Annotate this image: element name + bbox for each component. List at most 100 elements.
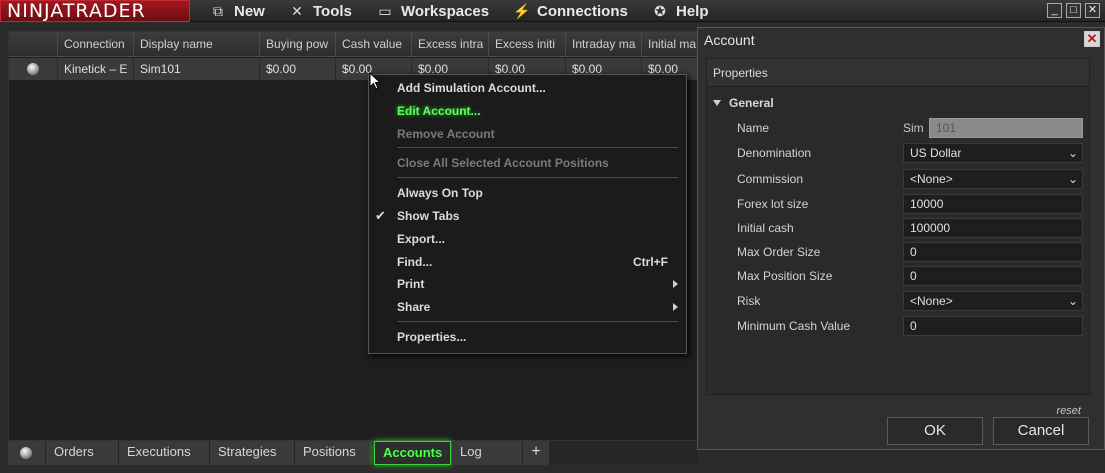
maximize-button[interactable]: □ (1066, 3, 1081, 18)
group-general-label: General (729, 96, 774, 110)
denomination-value: US Dollar (910, 146, 962, 160)
column-header-display-name[interactable]: Display name (134, 32, 260, 57)
new-window-icon: ⧉ (213, 3, 223, 19)
dialog-close-button[interactable]: ✕ (1084, 31, 1100, 47)
workspaces-icon: ▭ (378, 3, 392, 19)
max-position-size-field[interactable]: 0 (903, 266, 1083, 286)
minimize-icon: _ (1051, 4, 1058, 16)
menu-item-print[interactable]: Print (397, 276, 424, 292)
initial-cash-field[interactable]: 100000 (903, 218, 1083, 238)
tab-orders[interactable]: Orders (46, 441, 119, 465)
max-order-size-field[interactable]: 0 (903, 242, 1083, 262)
menu-item-export[interactable]: Export... (397, 231, 445, 247)
label-max-position-size: Max Position Size (737, 269, 833, 283)
column-header-cash-value[interactable]: Cash value (336, 32, 412, 57)
label-denomination: Denomination (737, 146, 812, 160)
connection-status-icon (20, 447, 32, 459)
connection-status-icon (27, 63, 39, 75)
menu-item-share[interactable]: Share (397, 299, 430, 315)
commission-value: <None> (910, 172, 953, 186)
column-header-intraday-margin[interactable]: Intraday ma (566, 32, 642, 57)
label-name: Name (737, 121, 770, 135)
reset-link[interactable]: reset (1057, 405, 1081, 417)
account-dialog: Account ✕ Properties General Name Sim 10… (697, 27, 1105, 450)
connection-indicator (8, 441, 46, 465)
submenu-arrow-icon (673, 280, 678, 288)
minimize-button[interactable]: _ (1047, 3, 1062, 18)
menu-tools-label: Tools (313, 3, 352, 20)
column-header-excess-initial[interactable]: Excess initi (489, 32, 566, 57)
column-header-connection[interactable]: Connection (58, 32, 134, 57)
chevron-down-icon: ⌄ (1067, 294, 1078, 308)
menu-item-remove-account[interactable]: Remove Account (397, 126, 495, 142)
context-menu: Add Simulation Account... Edit Account..… (368, 74, 687, 354)
menu-item-edit-account[interactable]: Edit Account... (397, 103, 481, 119)
cell-buying-power: $0.00 (260, 58, 336, 80)
cancel-button[interactable]: Cancel (993, 417, 1089, 445)
name-prefix: Sim (903, 121, 924, 135)
expand-triangle-icon (713, 100, 721, 106)
menu-help[interactable]: ✪ Help (652, 0, 709, 22)
menu-workspaces-label: Workspaces (401, 3, 490, 20)
menu-workspaces[interactable]: ▭ Workspaces (377, 0, 489, 22)
denomination-select[interactable]: US Dollar ⌄ (903, 143, 1083, 163)
ninjatrader-logo: NINJATRADER (0, 0, 190, 22)
tab-executions[interactable]: Executions (119, 441, 210, 465)
risk-select[interactable]: <None> ⌄ (903, 291, 1083, 311)
menu-item-always-on-top[interactable]: Always On Top (397, 185, 483, 201)
name-field[interactable]: 101 (929, 118, 1083, 138)
label-risk: Risk (737, 294, 761, 308)
label-forex-lot-size: Forex lot size (737, 197, 809, 211)
add-tab-button[interactable]: + (523, 441, 549, 465)
forex-lot-size-field[interactable]: 10000 (903, 194, 1083, 214)
commission-select[interactable]: <None> ⌄ (903, 169, 1083, 189)
menu-item-show-tabs[interactable]: Show Tabs (397, 208, 459, 224)
properties-header: Properties (707, 59, 1089, 87)
tab-log[interactable]: Log (452, 441, 523, 465)
plug-icon: ⚡ (513, 3, 531, 19)
menu-separator (397, 147, 678, 148)
label-max-order-size: Max Order Size (737, 245, 821, 259)
column-header-status[interactable] (9, 32, 58, 57)
column-header-excess-intraday[interactable]: Excess intra (412, 32, 489, 57)
lifebuoy-icon: ✪ (654, 3, 666, 19)
close-icon: ✕ (1086, 31, 1098, 46)
menu-tools[interactable]: ✕ Tools (289, 0, 352, 22)
menu-connections-label: Connections (537, 3, 628, 20)
find-shortcut: Ctrl+F (632, 255, 668, 269)
cell-display-name: Sim101 (134, 58, 260, 80)
minimum-cash-value-field[interactable]: 0 (903, 316, 1083, 336)
chevron-down-icon: ⌄ (1067, 172, 1078, 186)
ok-button[interactable]: OK (887, 417, 983, 445)
checkmark-icon: ✔ (375, 208, 386, 223)
tab-strategies[interactable]: Strategies (210, 441, 295, 465)
menu-item-find[interactable]: Find... (397, 254, 432, 270)
menu-connections[interactable]: ⚡ Connections (513, 0, 628, 22)
menu-new[interactable]: ⧉ New (210, 0, 265, 22)
risk-value: <None> (910, 294, 953, 308)
group-general[interactable]: General (713, 96, 774, 110)
tools-icon: ✕ (291, 3, 303, 19)
column-header-buying-power[interactable]: Buying pow (260, 32, 336, 57)
label-minimum-cash-value: Minimum Cash Value (737, 319, 851, 333)
menu-help-label: Help (676, 3, 709, 20)
status-cell (9, 58, 58, 80)
column-header-initial-margin[interactable]: Initial ma (642, 32, 697, 57)
tab-positions[interactable]: Positions (295, 441, 373, 465)
menu-item-add-simulation-account[interactable]: Add Simulation Account... (397, 80, 546, 96)
properties-panel: Properties General Name Sim 101 Denomina… (706, 58, 1090, 417)
menu-separator (397, 321, 678, 322)
tab-accounts[interactable]: Accounts (374, 441, 451, 465)
close-icon: ✕ (1087, 4, 1098, 16)
maximize-icon: □ (1070, 4, 1077, 16)
menu-item-properties[interactable]: Properties... (397, 329, 466, 345)
label-commission: Commission (737, 172, 804, 186)
menu-item-close-all-positions[interactable]: Close All Selected Account Positions (397, 155, 609, 171)
menu-new-label: New (234, 3, 265, 20)
close-window-button[interactable]: ✕ (1085, 3, 1100, 18)
bottom-tab-bar: Orders Executions Strategies Positions A… (8, 441, 698, 465)
label-initial-cash: Initial cash (737, 221, 794, 235)
mouse-cursor-icon (369, 72, 381, 90)
menu-separator (397, 177, 678, 178)
main-menu-bar: NINJATRADER ⧉ New ✕ Tools ▭ Workspaces ⚡ Con… (0, 0, 1105, 22)
